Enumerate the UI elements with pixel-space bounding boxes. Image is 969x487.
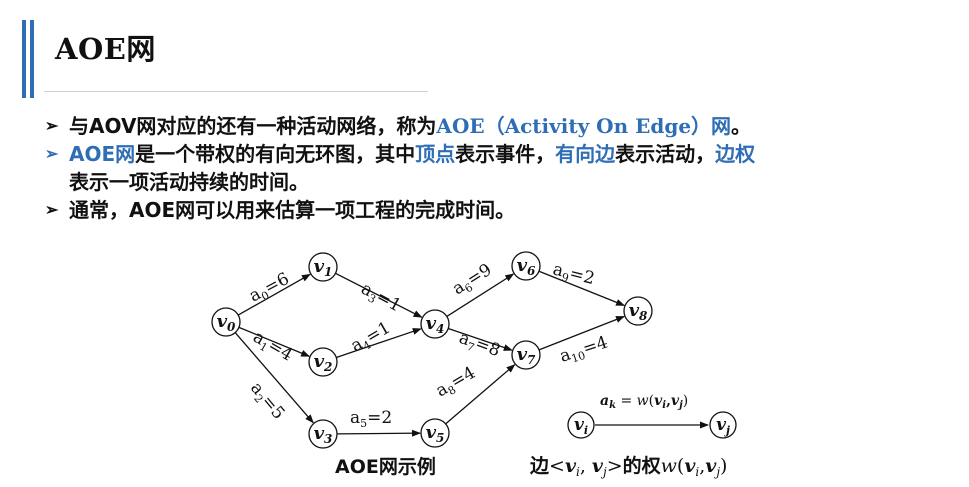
caption-part: 的权 — [623, 454, 661, 477]
caption-part: ) — [720, 455, 727, 477]
bullet-segment: 表示一项活动持续的时间。 — [69, 170, 309, 194]
bullet-segment: 是一个带权的有向无环图，其中 — [135, 142, 416, 166]
title-accent-bar — [22, 20, 26, 98]
bullet-highlight: 顶点 — [415, 142, 456, 166]
edge-weight-label: a5=2 — [350, 408, 392, 430]
edge-weight-legend: ak = w(vi,vj) vi vj 边<vi, vj>的权w(vi,vj) — [529, 393, 737, 479]
edge-weight-label: a0=6 — [246, 269, 294, 308]
formula-part: = — [616, 393, 637, 409]
bullet-segment: 通常，AOE网可以用来估算一项工程的完成时间。 — [69, 198, 516, 222]
edge-layer: a0=6 a1=4 a2=5 a3=1a4=1 a5=2 a6=9 a7=8a8=4 a9=2… — [234, 259, 626, 437]
edge-weight-label: a7=8 — [456, 328, 503, 363]
node-v1: v1 — [308, 252, 338, 282]
arrow-bullet-icon: ➢ — [45, 144, 59, 163]
node-v6: v6 — [511, 251, 541, 281]
node-v8: v8 — [623, 296, 653, 326]
edge-v3-v5 — [336, 429, 422, 437]
edge-weight-label: a6=9 — [449, 260, 496, 301]
caption-part: , — [580, 455, 592, 477]
bullet-list: ➢ 与AOV网对应的还有一种活动网络，称为AOE（Activity On Edg… — [45, 112, 945, 224]
edge-weight-label: a1=4 — [249, 327, 297, 367]
caption-part: < — [549, 455, 565, 477]
legend-node-vi: vi — [567, 411, 595, 439]
weight-formula: ak = w(vi,vj) — [600, 393, 688, 411]
edge-weight-label: a2=5 — [245, 378, 289, 424]
bullet-segment: 。 — [731, 114, 752, 138]
caption-part: ( — [677, 455, 684, 477]
arrow-bullet-icon: ➢ — [45, 116, 59, 135]
formula-part: a — [600, 393, 609, 409]
bullet-highlight: AOE（Activity On Edge）网 — [436, 114, 732, 138]
arrow-bullet-icon: ➢ — [45, 200, 59, 219]
bullet-text: AOE网是一个带权的有向无环图，其中顶点表示事件，有向边表示活动，边权表示一项活… — [69, 140, 945, 196]
formula-part: w — [637, 393, 649, 409]
node-label-sub: i — [584, 424, 588, 437]
node-v7: v7 — [511, 340, 541, 370]
node-v0: v0 — [211, 307, 241, 337]
caption-part: 边 — [529, 455, 550, 477]
bullet-highlight: AOE网 — [69, 142, 136, 166]
graph-caption: AOE网示例 — [335, 455, 436, 478]
node-v3: v3 — [308, 419, 338, 449]
bullet-item: ➢ AOE网是一个带权的有向无环图，其中顶点表示事件，有向边表示活动，边权表示一… — [45, 140, 945, 196]
node-v5: v5 — [420, 418, 450, 448]
bullet-item: ➢ 与AOV网对应的还有一种活动网络，称为AOE（Activity On Edg… — [45, 112, 945, 140]
bullet-highlight: 有向边 — [555, 142, 616, 166]
bullet-segment: 表示事件， — [455, 142, 556, 166]
legend-node-vj: vj — [709, 411, 737, 439]
title-divider — [44, 91, 428, 92]
bullet-item: ➢ 通常，AOE网可以用来估算一项工程的完成时间。 — [45, 196, 945, 224]
bullet-segment: 与AOV网对应的还有一种活动网络，称为 — [69, 114, 437, 138]
bullet-text: 与AOV网对应的还有一种活动网络，称为AOE（Activity On Edge）… — [69, 112, 945, 140]
edge-weight-label: a3=1 — [357, 279, 405, 318]
title-accent-bar — [30, 20, 34, 98]
legend-caption: 边<vi, vj>的权w(vi,vj) — [529, 454, 727, 479]
caption-part: > — [607, 455, 623, 477]
bullet-highlight: 边权 — [715, 142, 756, 166]
bullet-text: 通常，AOE网可以用来估算一项工程的完成时间。 — [69, 196, 945, 224]
edge-weight-label: a8=4 — [433, 363, 481, 403]
node-v4: v4 — [420, 309, 450, 339]
formula-part: ) — [683, 393, 688, 409]
aoe-network-diagram: a0=6 a1=4 a2=5 a3=1a4=1 a5=2 a6=9 a7=8a8=4 a9=2… — [211, 251, 737, 479]
bullet-segment: 表示活动， — [615, 142, 716, 166]
node-v2: v2 — [308, 347, 338, 377]
edge-weight-label: a4=1 — [348, 318, 396, 358]
caption-part: w — [661, 455, 677, 477]
edge-weight-label: a10=4 — [557, 333, 611, 369]
page-title: AOE网 — [55, 32, 156, 66]
edge-weight-label: a9=2 — [550, 259, 596, 291]
formula-part: k — [609, 400, 616, 411]
